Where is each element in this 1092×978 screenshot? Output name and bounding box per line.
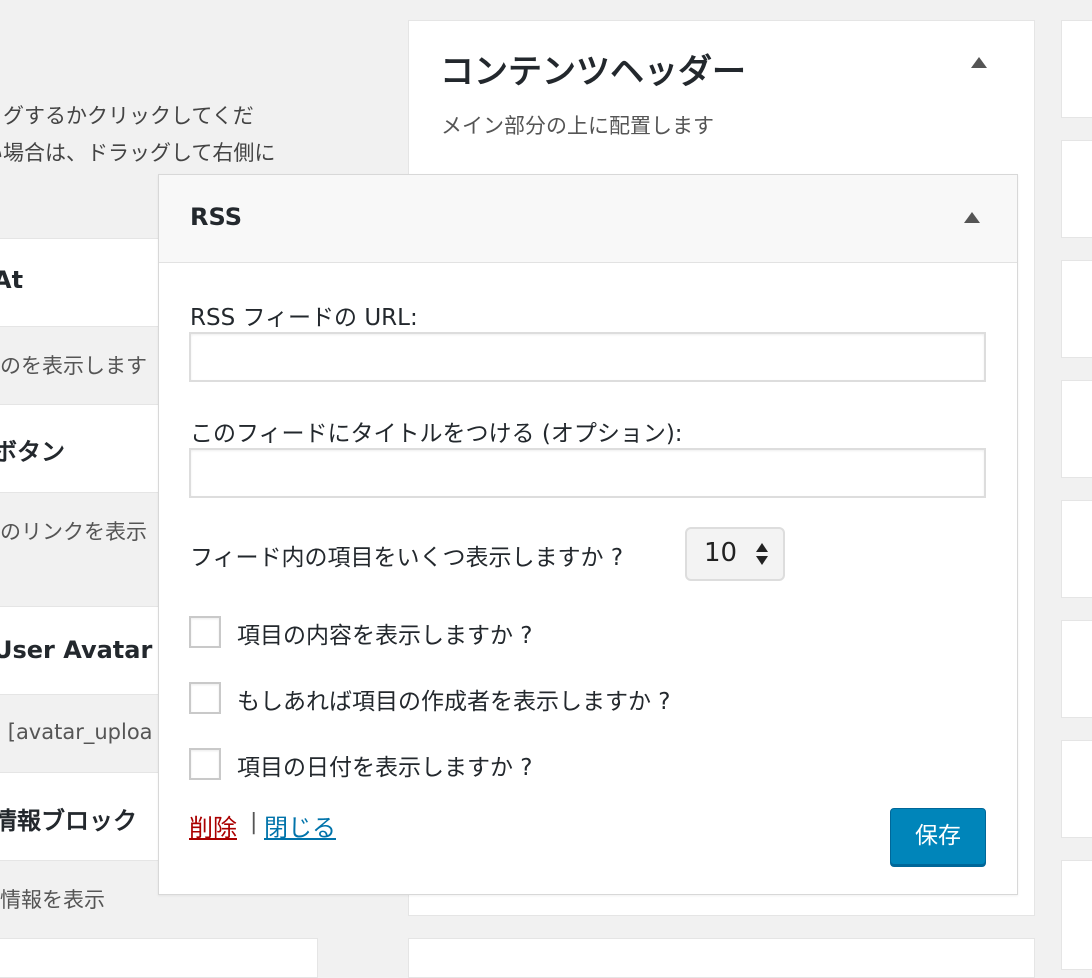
sidebar-area[interactable]: [1061, 620, 1092, 718]
available-widgets-help: ッグするかクリックしてくだ い場合は、ドラッグして右側に: [0, 98, 330, 172]
close-link[interactable]: 閉じる: [264, 808, 336, 843]
show-date-checkbox[interactable]: [189, 748, 221, 780]
widget-card-at[interactable]: At: [0, 238, 174, 327]
rss-widget-title: RSS: [190, 203, 242, 231]
rss-widget-header[interactable]: [159, 175, 1017, 263]
collapse-arrow-icon[interactable]: [971, 57, 987, 68]
widget-card-user-avatar[interactable]: User Avatar: [0, 606, 174, 695]
widget-desc: 情報を表示: [0, 888, 105, 912]
help-line: ッグするかクリックしてくだ: [0, 104, 254, 128]
rss-url-label: RSS フィードの URL:: [190, 305, 418, 331]
show-date-label[interactable]: 項目の日付を表示しますか ?: [237, 748, 533, 782]
sidebar-area[interactable]: [1061, 140, 1092, 238]
sidebar-area: [408, 938, 1035, 978]
widget-title: At: [0, 266, 24, 294]
widget-card[interactable]: [0, 938, 318, 978]
rss-url-input[interactable]: [189, 332, 986, 382]
sidebar-area-description: メイン部分の上に配置します: [441, 114, 714, 138]
sidebar-area[interactable]: [1061, 260, 1092, 358]
link-separator: |: [250, 810, 258, 835]
sidebar-area[interactable]: [1061, 500, 1092, 598]
collapse-arrow-icon[interactable]: [964, 212, 980, 223]
widget-title: ボタン: [0, 438, 65, 466]
items-count-label: フィード内の項目をいくつ表示しますか ?: [190, 545, 624, 571]
widget-desc: のを表示します: [0, 354, 147, 378]
feed-title-input[interactable]: [189, 448, 986, 498]
select-up-arrow-icon: [756, 543, 768, 552]
rss-widget-panel: [158, 174, 1018, 895]
widget-card-button[interactable]: ボタン: [0, 404, 174, 493]
sidebar-area[interactable]: [1061, 860, 1092, 970]
widget-title: 情報ブロック: [0, 807, 137, 835]
widget-desc: : [avatar_upload]: [0, 720, 152, 744]
sidebar-area[interactable]: [1061, 380, 1092, 478]
widget-desc: のリンクを表示: [0, 520, 147, 544]
delete-link[interactable]: 削除: [189, 808, 237, 843]
help-line: い場合は、ドラッグして右側に: [0, 141, 276, 165]
items-count-value: 10: [704, 538, 738, 568]
widget-title: User Avatar: [0, 636, 153, 664]
show-summary-checkbox[interactable]: [189, 616, 221, 648]
sidebar-area[interactable]: [1061, 20, 1092, 118]
save-button[interactable]: 保存: [890, 808, 986, 865]
select-down-arrow-icon: [756, 556, 768, 565]
show-summary-label[interactable]: 項目の内容を表示しますか ?: [237, 616, 533, 650]
show-author-checkbox[interactable]: [189, 682, 221, 714]
sidebar-area-title: コンテンツヘッダー: [440, 52, 746, 92]
sidebar-area[interactable]: [1061, 740, 1092, 838]
feed-title-label: このフィードにタイトルをつける (オプション):: [190, 421, 683, 447]
widget-card-info-block[interactable]: 情報ブロック: [0, 772, 174, 861]
show-author-label[interactable]: もしあれば項目の作成者を表示しますか ?: [237, 682, 671, 716]
